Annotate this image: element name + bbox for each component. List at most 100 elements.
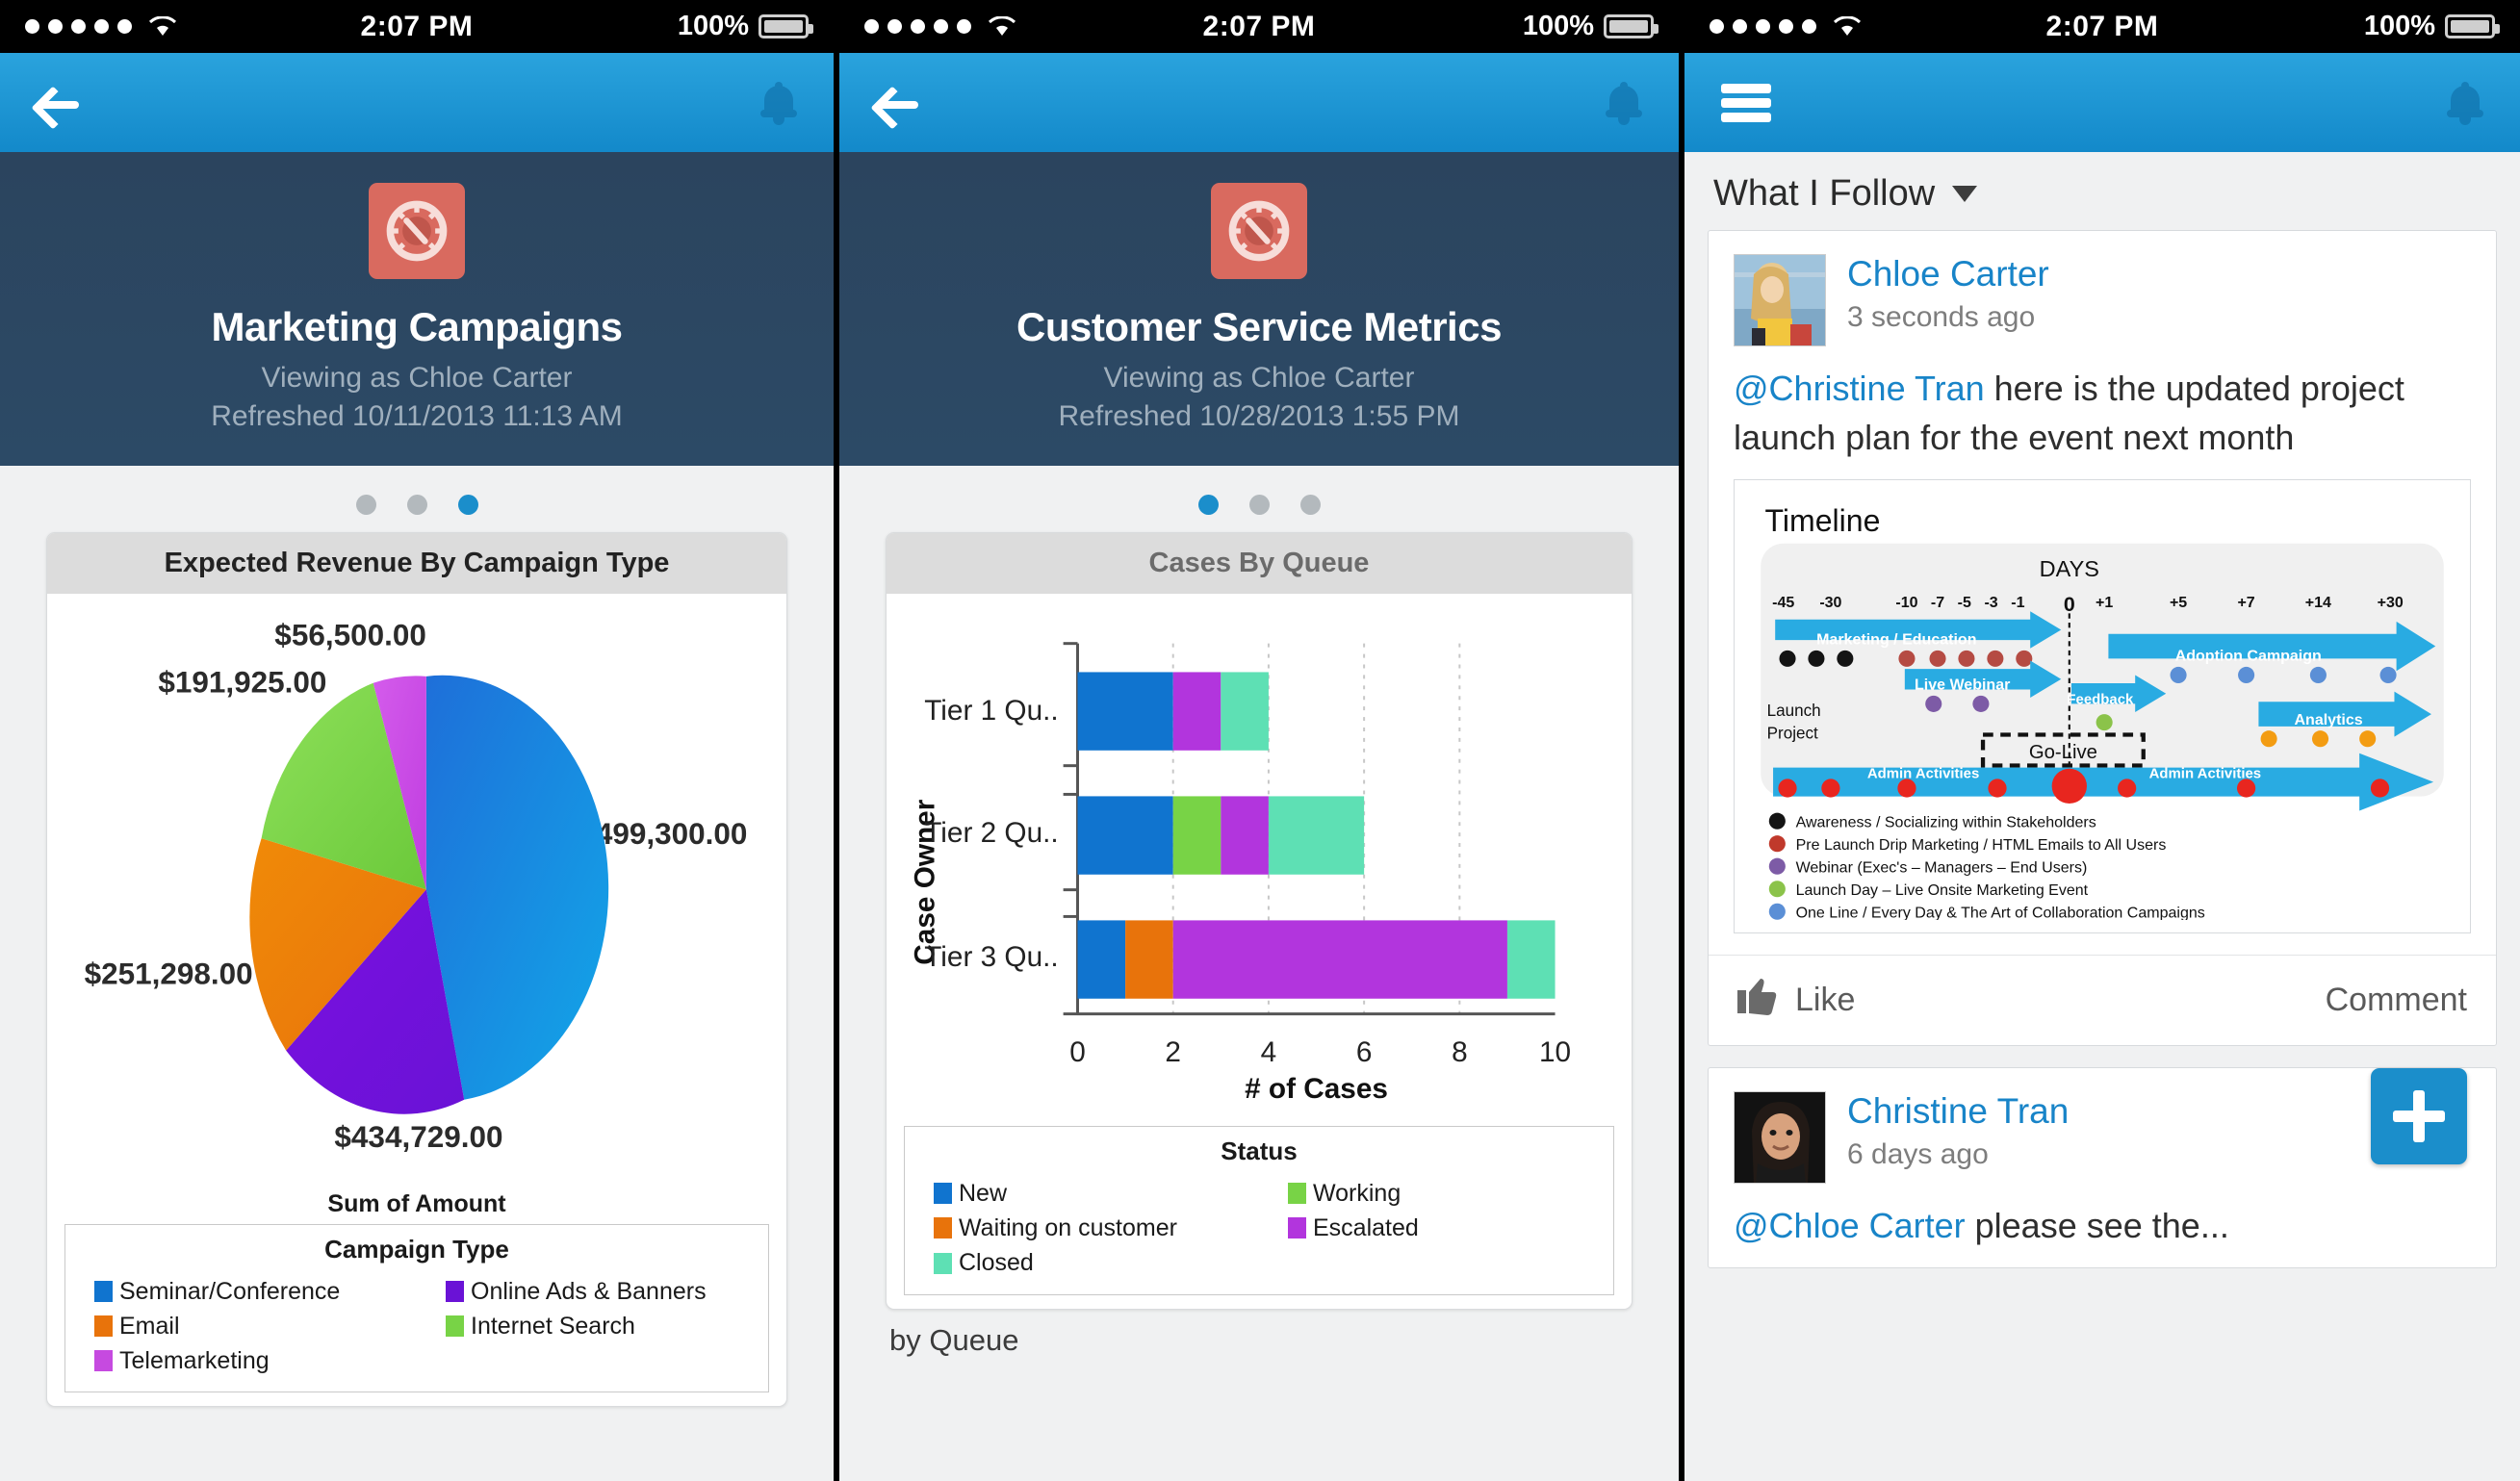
status-bar: 2:07 PM 100% bbox=[1684, 0, 2520, 53]
page-indicator[interactable] bbox=[0, 466, 834, 532]
like-button[interactable]: Like bbox=[1737, 977, 1855, 1024]
legend-swatch bbox=[94, 1315, 113, 1337]
battery-icon bbox=[759, 14, 813, 38]
status-bar-clock: 2:07 PM bbox=[1202, 10, 1316, 42]
refreshed-label: Refreshed 10/28/2013 1:55 PM bbox=[1058, 400, 1460, 432]
svg-text:-45: -45 bbox=[1772, 594, 1794, 611]
svg-text:+30: +30 bbox=[2378, 594, 2404, 611]
svg-text:Webinar (Exec's – Managers – E: Webinar (Exec's – Managers – End Users) bbox=[1796, 859, 2088, 877]
new-post-button[interactable] bbox=[2371, 1068, 2467, 1165]
svg-text:Live Webinar: Live Webinar bbox=[1915, 677, 2010, 694]
legend-label: New bbox=[959, 1179, 1008, 1207]
svg-text:Go-Live: Go-Live bbox=[2029, 742, 2097, 763]
svg-text:-30: -30 bbox=[1819, 594, 1841, 611]
svg-text:0: 0 bbox=[2064, 593, 2075, 616]
bell-icon[interactable] bbox=[2447, 81, 2483, 125]
bell-icon[interactable] bbox=[1606, 81, 1642, 125]
legend-label: Email bbox=[119, 1312, 180, 1340]
legend-item: Online Ads & Banners bbox=[446, 1274, 768, 1309]
back-arrow-icon[interactable] bbox=[876, 84, 920, 122]
page-title: Customer Service Metrics bbox=[1016, 304, 1502, 349]
comment-button[interactable]: Comment bbox=[2326, 982, 2467, 1019]
chart-card-expected-revenue[interactable]: Expected Revenue By Campaign Type $56,50… bbox=[46, 532, 787, 1408]
page-dot-3[interactable] bbox=[1299, 495, 1321, 515]
legend-label: Working bbox=[1313, 1179, 1401, 1207]
svg-text:One Line / Every Day & The Art: One Line / Every Day & The Art of Collab… bbox=[1796, 905, 2205, 920]
svg-text:0: 0 bbox=[1069, 1036, 1086, 1068]
svg-text:Tier 3 Qu..: Tier 3 Qu.. bbox=[924, 941, 1058, 973]
legend-item: Closed bbox=[934, 1245, 1259, 1280]
svg-text:Awareness / Socializing within: Awareness / Socializing within Stakehold… bbox=[1796, 814, 2096, 831]
svg-text:8: 8 bbox=[1452, 1036, 1468, 1068]
svg-text:$191,925.00: $191,925.00 bbox=[158, 665, 326, 700]
feed-post[interactable]: Christine Tran 6 days ago @Chloe Carter … bbox=[1708, 1067, 2497, 1269]
legend-swatch bbox=[446, 1315, 464, 1337]
svg-text:-1: -1 bbox=[2011, 594, 2024, 611]
chart-title: Expected Revenue By Campaign Type bbox=[47, 533, 786, 594]
legend-swatch bbox=[1288, 1183, 1306, 1205]
svg-text:+7: +7 bbox=[2237, 594, 2254, 611]
page-dot-1[interactable] bbox=[355, 495, 376, 515]
svg-text:-5: -5 bbox=[1958, 594, 1971, 611]
status-bar: 2:07 PM 100% bbox=[0, 0, 834, 53]
avatar[interactable] bbox=[1734, 254, 1826, 346]
legend-item: Waiting on customer bbox=[934, 1211, 1259, 1245]
bell-icon[interactable] bbox=[760, 81, 797, 125]
viewing-as-label: Viewing as Chloe Carter bbox=[261, 362, 573, 394]
post-author-name[interactable]: Christine Tran bbox=[1847, 1091, 2069, 1133]
svg-text:Launch Day – Live Onsite Marke: Launch Day – Live Onsite Marketing Event bbox=[1796, 881, 2089, 899]
svg-text:+5: +5 bbox=[2170, 594, 2187, 611]
thumbs-up-icon bbox=[1737, 977, 1778, 1024]
feed-filter-selector[interactable]: What I Follow bbox=[1684, 152, 2520, 230]
pie-chart: $56,500.00 $191,925.00 $251,298.00 $499,… bbox=[47, 594, 786, 1192]
page-indicator[interactable] bbox=[839, 466, 1679, 532]
speedometer-icon bbox=[369, 183, 465, 279]
legend-label: Telemarketing bbox=[119, 1347, 270, 1375]
post-header: Chloe Carter 3 seconds ago bbox=[1709, 231, 2496, 354]
svg-text:Feedback: Feedback bbox=[2067, 692, 2134, 708]
svg-text:$434,729.00: $434,729.00 bbox=[334, 1119, 502, 1154]
legend-label: Waiting on customer bbox=[959, 1214, 1177, 1242]
svg-text:-3: -3 bbox=[1984, 594, 1997, 611]
svg-text:+1: +1 bbox=[2096, 594, 2113, 611]
legend-label: Internet Search bbox=[471, 1312, 635, 1340]
battery-icon bbox=[2445, 14, 2500, 38]
chevron-down-icon[interactable] bbox=[1952, 186, 1978, 202]
post-body: @Christine Tran here is the updated proj… bbox=[1709, 354, 2496, 479]
legend-item: Seminar/Conference bbox=[94, 1274, 417, 1309]
avatar[interactable] bbox=[1734, 1091, 1826, 1185]
chart-legend: Campaign Type Seminar/Conference Email T… bbox=[64, 1223, 769, 1393]
post-body: @Chloe Carter please see the... bbox=[1709, 1191, 2496, 1267]
like-label: Like bbox=[1795, 982, 1856, 1019]
phone-screen-chatter-feed: 2:07 PM 100% What I Follow Chloe Carter … bbox=[1684, 0, 2520, 1481]
phone-screen-marketing-campaigns: 2:07 PM 100% Marketing Campaigns Viewing… bbox=[0, 0, 834, 1481]
status-bar: 2:07 PM 100% bbox=[839, 0, 1679, 53]
post-author-block: Chloe Carter 3 seconds ago bbox=[1847, 254, 2049, 346]
page-dot-2[interactable] bbox=[406, 495, 427, 515]
svg-text:10: 10 bbox=[1539, 1036, 1571, 1068]
svg-text:2: 2 bbox=[1165, 1036, 1181, 1068]
pie-axis-caption: Sum of Amount bbox=[327, 1189, 506, 1217]
post-author-name[interactable]: Chloe Carter bbox=[1847, 254, 2049, 295]
dashboard-header: Marketing Campaigns Viewing as Chloe Car… bbox=[0, 152, 834, 466]
svg-text:Project: Project bbox=[1767, 725, 1818, 743]
svg-text:$56,500.00: $56,500.00 bbox=[274, 617, 426, 651]
page-dot-2[interactable] bbox=[1248, 495, 1270, 515]
feed-post[interactable]: Chloe Carter 3 seconds ago @Christine Tr… bbox=[1708, 230, 2497, 1047]
page-dot-3[interactable] bbox=[457, 495, 478, 515]
hamburger-icon[interactable] bbox=[1721, 83, 1771, 122]
status-bar-clock: 2:07 PM bbox=[2045, 10, 2159, 42]
legend-title: Campaign Type bbox=[324, 1234, 509, 1264]
post-mention[interactable]: @Chloe Carter bbox=[1734, 1206, 1966, 1245]
post-text: please see the... bbox=[1965, 1206, 2229, 1246]
svg-text:DAYS: DAYS bbox=[2040, 556, 2099, 581]
phone-screen-customer-service-metrics: 2:07 PM 100% Customer Service Metrics Vi… bbox=[839, 0, 1679, 1481]
chart-card-cases-by-queue[interactable]: Cases By Queue Case Owner Tier 1 Qu.. Ti… bbox=[886, 532, 1633, 1310]
svg-text:Admin Activities: Admin Activities bbox=[1867, 766, 1979, 782]
post-attachment-timeline[interactable]: Timeline DAYS -45 -30 -10 -7 -5 -3 -1 0 +1 +5 +… bbox=[1734, 479, 2471, 934]
post-mention[interactable]: @Christine Tran bbox=[1734, 369, 1985, 408]
battery-icon bbox=[1604, 14, 1659, 38]
legend-item: Email bbox=[94, 1309, 417, 1343]
back-arrow-icon[interactable] bbox=[37, 84, 81, 122]
page-dot-1[interactable] bbox=[1197, 495, 1219, 515]
